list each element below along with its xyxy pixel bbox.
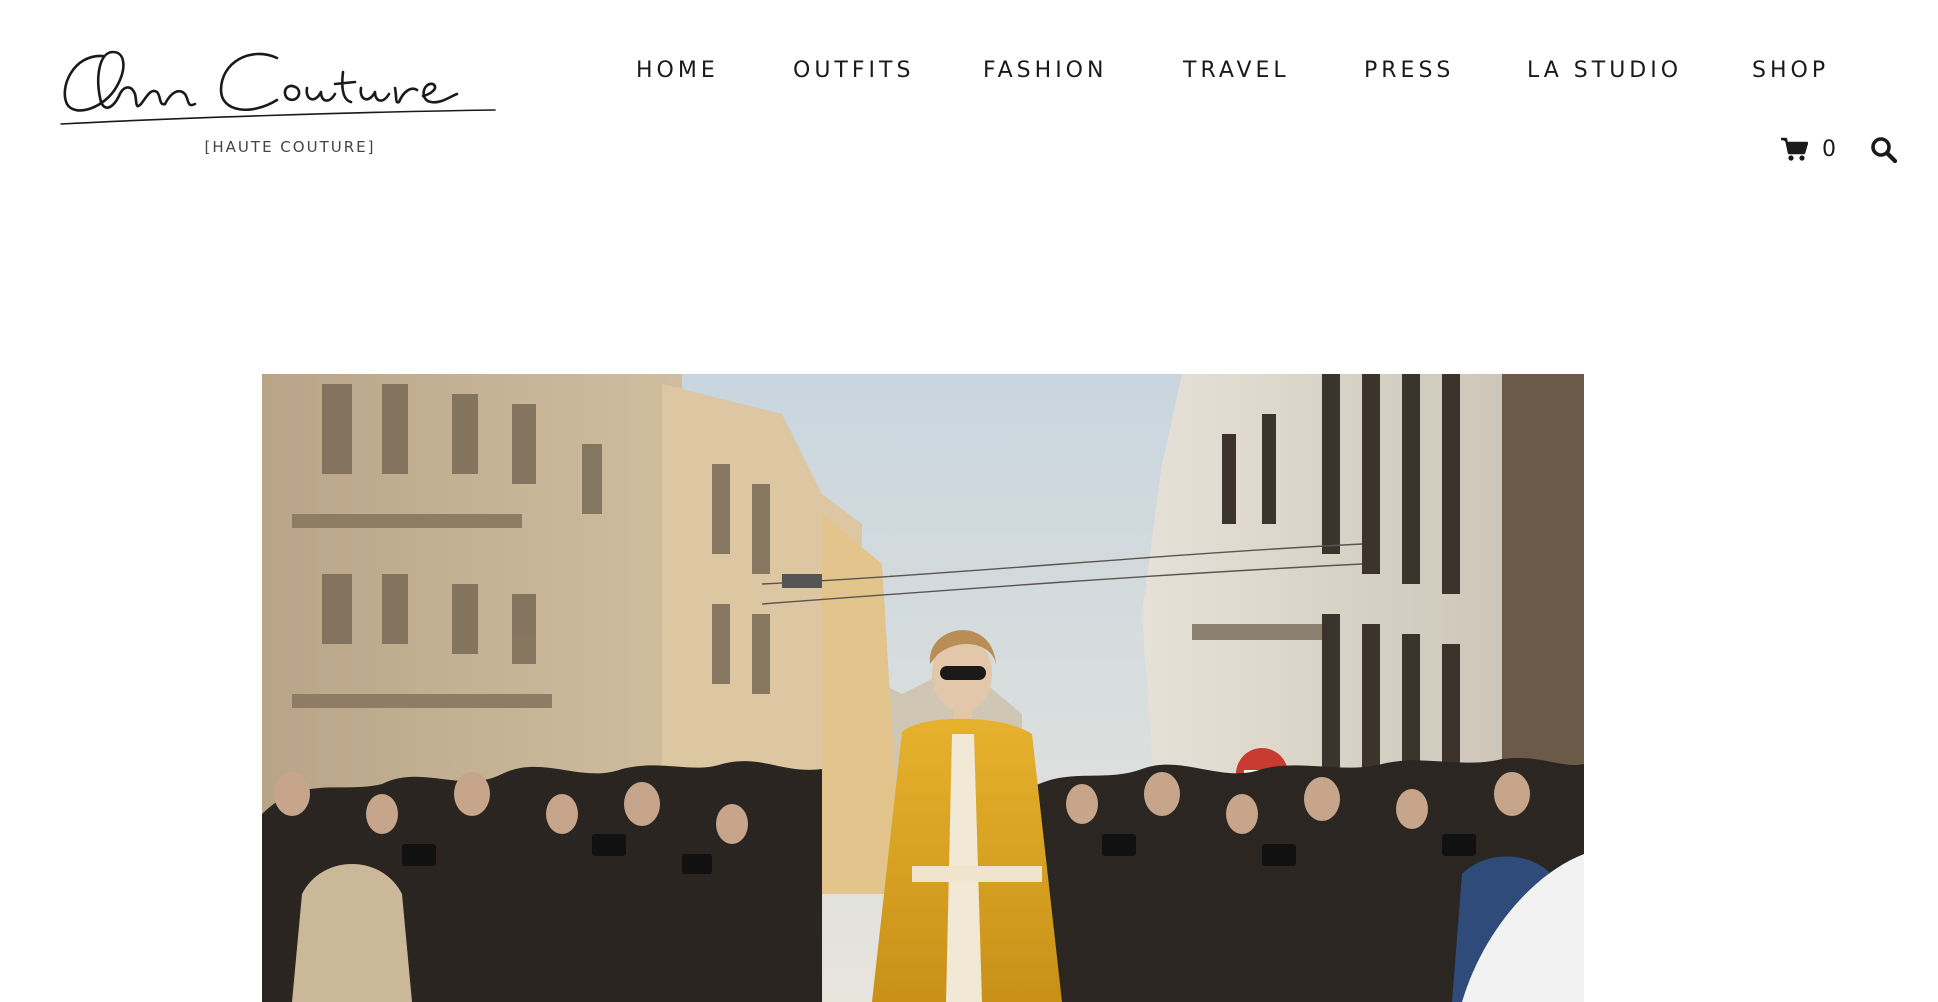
nav-item-fashion[interactable]: FASHION bbox=[983, 58, 1107, 83]
nav-item-press[interactable]: PRESS bbox=[1364, 58, 1454, 83]
street-style-photo bbox=[262, 374, 1584, 1002]
cart-button[interactable]: 0 bbox=[1780, 134, 1838, 164]
logo-tagline: [HAUTE COUTURE] bbox=[204, 138, 376, 156]
search-button[interactable] bbox=[1870, 136, 1898, 164]
nav-item-travel[interactable]: TRAVEL bbox=[1183, 58, 1290, 83]
site-header: [HAUTE COUTURE] HOME OUTFITS FASHION TRA… bbox=[0, 0, 1938, 200]
cart-count: 0 bbox=[1822, 136, 1838, 162]
nav-item-shop[interactable]: SHOP bbox=[1752, 58, 1829, 83]
main-nav: HOME OUTFITS FASHION TRAVEL PRESS LA STU… bbox=[0, 58, 1938, 88]
hero-image[interactable] bbox=[262, 374, 1584, 1002]
search-icon bbox=[1871, 137, 1898, 164]
nav-item-la-studio[interactable]: LA STUDIO bbox=[1527, 58, 1682, 83]
nav-item-home[interactable]: HOME bbox=[636, 58, 719, 83]
nav-item-outfits[interactable]: OUTFITS bbox=[793, 58, 914, 83]
shopping-cart-icon bbox=[1781, 137, 1808, 161]
